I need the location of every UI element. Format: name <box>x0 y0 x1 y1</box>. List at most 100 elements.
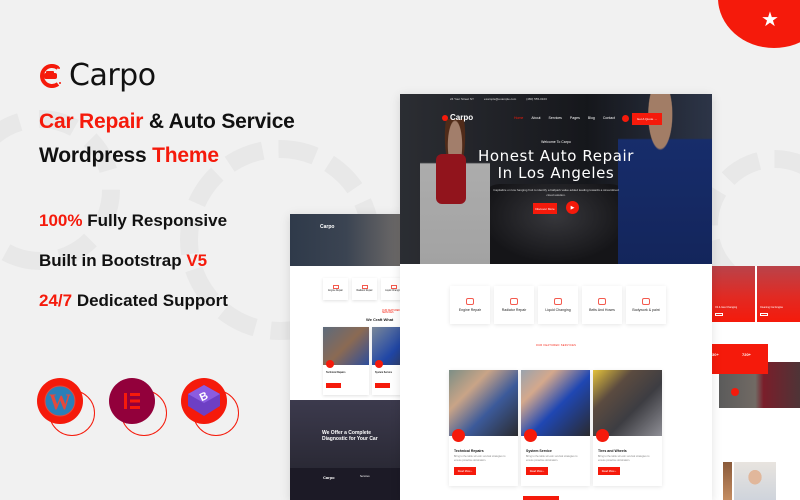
nav-about[interactable]: About <box>531 116 540 120</box>
headline-line-2: Wordpress Theme <box>39 144 219 168</box>
liquid-icon <box>390 285 397 289</box>
topbar-phone: (480) 555-0103 <box>526 97 547 101</box>
bootstrap-icon: B <box>181 378 227 424</box>
feature-row: Engine Repair Radiator Repair Liquid Cha… <box>450 286 666 324</box>
mockup-navbar: Carpo Home About Services Pages Blog Con… <box>400 110 712 128</box>
mockup-footer: Carpo Services <box>290 468 402 500</box>
service-title: System Service <box>375 372 392 374</box>
feature-label: Bodywork & paint <box>632 307 660 312</box>
hero-title: Honest Auto Repair In Los Angeles <box>400 148 712 182</box>
star-icon: ★ <box>761 9 779 31</box>
feature-card: Radiator Repair <box>494 286 534 324</box>
footer-logo: Carpo <box>323 475 335 480</box>
hero-subtitle: Capitalize on low hanging fruit to ident… <box>493 188 619 197</box>
hero-kicker: Welcome To Carpo <box>541 140 571 144</box>
tile-button[interactable] <box>760 313 768 316</box>
paint-icon <box>642 297 650 305</box>
play-icon[interactable] <box>731 388 739 396</box>
mockup-topbar: 24 Your Street NY example@example.com (4… <box>400 94 712 104</box>
topbar-address: 24 Your Street NY <box>450 97 475 101</box>
nav-home[interactable]: Home <box>514 116 523 120</box>
team-photo <box>734 462 776 500</box>
nav-blog[interactable]: Blog <box>588 116 595 120</box>
repair-icon <box>452 429 465 442</box>
service-text: Bring to the table win-win survival stra… <box>598 455 650 462</box>
feature-responsive: 100% Fully Responsive <box>39 211 227 231</box>
service-card: Technical Repairs Bring to the table win… <box>449 370 518 486</box>
car-in-c-icon <box>40 63 61 88</box>
service-tile: Cleaning Car Engine <box>757 266 800 322</box>
service-title: System Service <box>526 449 552 453</box>
service-tiles: Oil & Gas Changing Cleaning Car Engine <box>712 266 800 322</box>
get-quote-button[interactable]: Get A Quote → <box>632 113 662 125</box>
tile-button[interactable] <box>715 313 723 316</box>
tech-icons: W B <box>37 378 239 436</box>
read-more-button[interactable]: Read More › <box>598 467 620 475</box>
feature-label: Liquid Changing <box>545 307 571 312</box>
view-all-services-button[interactable] <box>523 496 559 500</box>
elementor-icon <box>109 378 155 424</box>
feature-card: Engine Repair <box>323 278 348 300</box>
mockup-secondary-page: Carpo Engine Repair Radiator Repair Liqu… <box>290 214 402 500</box>
headline-text: & Auto Service <box>143 110 295 133</box>
feature-card: Belts And Hoses <box>582 286 622 324</box>
feature-card: Liquid Changing <box>381 278 402 300</box>
mockup-homepage: 24 Your Street NY example@example.com (4… <box>400 94 712 500</box>
brand-logo: Carpo <box>37 58 156 93</box>
service-tile: Oil & Gas Changing <box>712 266 755 322</box>
service-text: Bring to the table win-win survival stra… <box>454 455 506 462</box>
read-more-button[interactable]: Read More › <box>454 467 476 475</box>
feature-label: Radiator Repair <box>501 307 527 312</box>
service-image <box>449 370 518 436</box>
belts-icon <box>598 297 606 305</box>
background-gear-decoration <box>0 110 120 270</box>
section-kicker: OUR FEATURED SERVICES <box>535 344 577 347</box>
service-card: System Service <box>372 327 402 395</box>
liquid-icon <box>554 297 562 305</box>
team-photo <box>723 462 732 500</box>
service-card: System Service Bring to the table win-wi… <box>521 370 590 486</box>
discover-more-button[interactable]: Discover More <box>533 203 557 214</box>
feature-card: Bodywork & paint <box>626 286 666 324</box>
service-icon <box>375 360 383 368</box>
wordpress-badge: W <box>37 378 95 436</box>
nav-pages[interactable]: Pages <box>570 116 580 120</box>
feature-support: 24/7 Dedicated Support <box>39 291 228 311</box>
feature-text: Built in Bootstrap <box>39 251 187 270</box>
service-image <box>521 370 590 436</box>
feature-bootstrap: Built in Bootstrap V5 <box>39 251 207 271</box>
engine-icon <box>466 297 474 305</box>
nav-contact[interactable]: Contact <box>603 116 615 120</box>
mockup-logo[interactable]: Carpo <box>442 113 473 122</box>
headline-highlight: Theme <box>152 144 219 167</box>
feature-highlight: 100% <box>39 211 83 230</box>
hero-title-line-2: In Los Angeles <box>497 164 615 182</box>
stats-box: 30+ 720+ <box>712 344 768 374</box>
service-title: Technical Repairs <box>326 372 346 374</box>
search-icon[interactable] <box>622 115 629 122</box>
logo-mark-icon <box>442 114 448 121</box>
feature-label: Engine Repair <box>328 290 343 292</box>
read-more-button[interactable] <box>326 383 341 388</box>
svg-text:W: W <box>49 389 71 414</box>
hero-section: 24 Your Street NY example@example.com (4… <box>400 94 712 264</box>
diagnostic-banner: We Offer a Complete Diagnostic for Your … <box>290 400 402 468</box>
read-more-button[interactable] <box>375 383 390 388</box>
feature-card: Engine Repair <box>450 286 490 324</box>
hero-title-line-1: Honest Auto Repair <box>477 147 635 165</box>
radiator-icon <box>510 297 518 305</box>
engine-icon <box>332 285 339 289</box>
feature-label: Radiator Repair <box>356 290 373 292</box>
mockup-hero-image: Carpo <box>290 214 402 266</box>
service-icon <box>326 360 334 368</box>
service-card: Tires and Wheels Bring to the table win-… <box>593 370 662 486</box>
nav-services[interactable]: Services <box>549 116 562 120</box>
mockup-logo: Carpo <box>320 224 335 230</box>
read-more-button[interactable]: Read More › <box>526 467 548 475</box>
bootstrap-badge: B <box>181 378 239 436</box>
feature-card: Radiator Repair <box>352 278 377 300</box>
service-card: Technical Repairs <box>323 327 369 395</box>
tile-title: Oil & Gas Changing <box>715 306 738 309</box>
topbar-email: example@example.com <box>484 97 517 101</box>
play-icon[interactable]: ▶ <box>566 201 579 214</box>
